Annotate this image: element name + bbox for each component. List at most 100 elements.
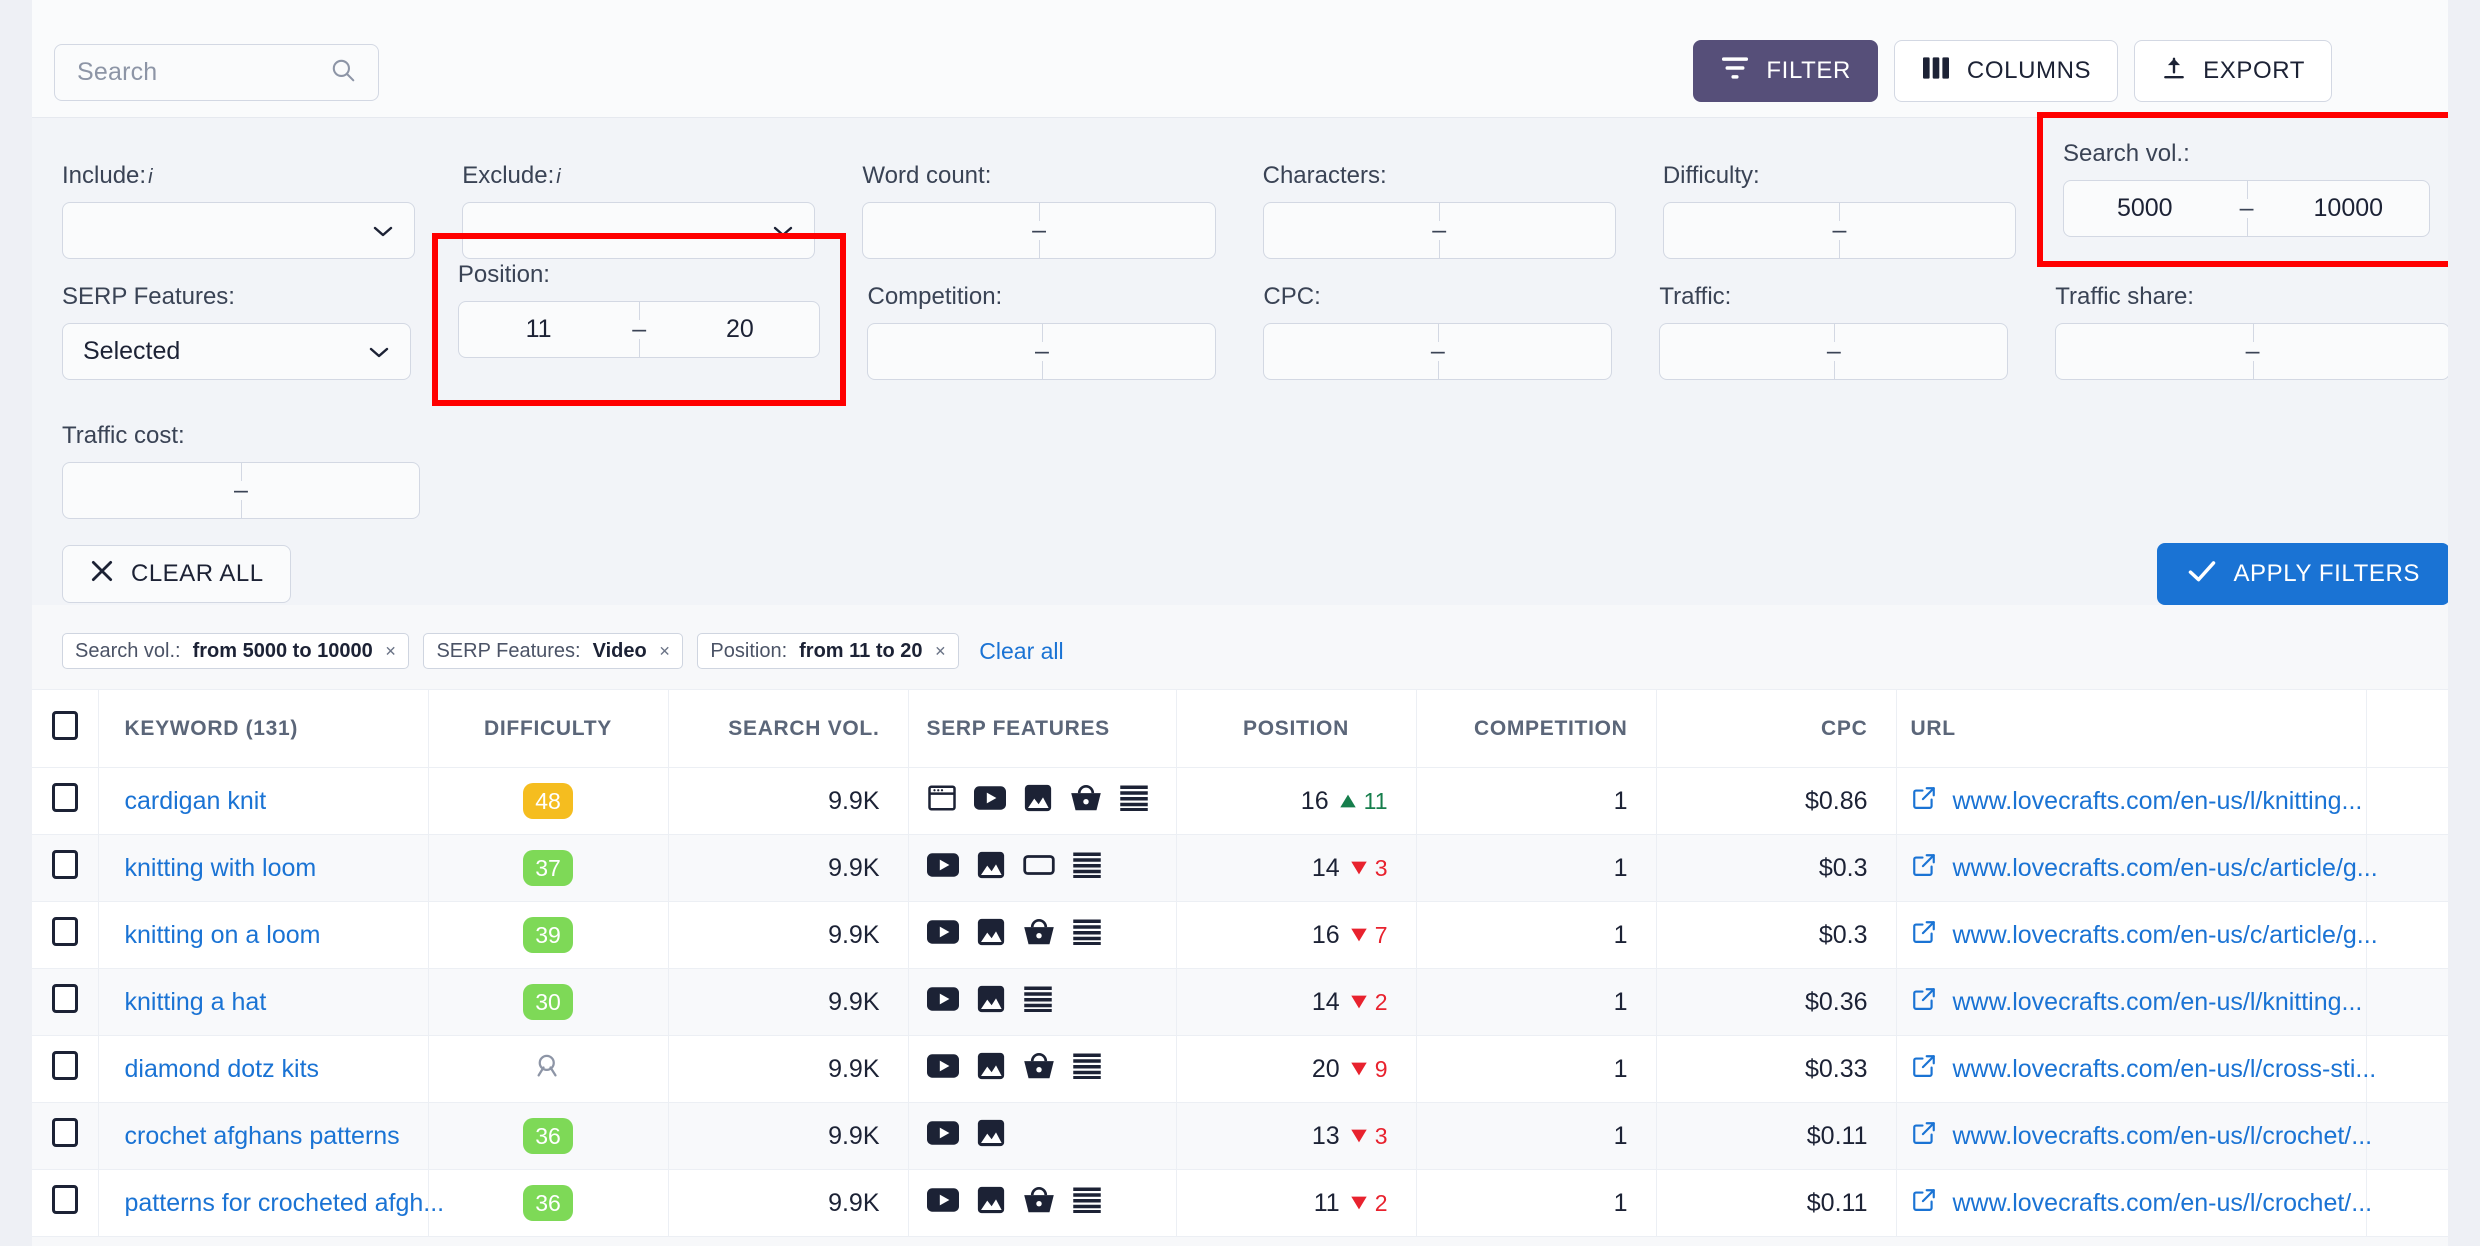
word-count-to[interactable] xyxy=(1060,203,1215,258)
external-link-icon[interactable] xyxy=(1911,852,1937,885)
clear-all-button[interactable]: CLEAR ALL xyxy=(62,545,291,603)
info-icon[interactable]: i xyxy=(148,166,152,188)
header-url[interactable]: URL xyxy=(1896,689,2367,768)
position-to[interactable]: 20 xyxy=(660,302,819,357)
external-link-icon[interactable] xyxy=(1911,1120,1937,1153)
search-vol-to[interactable]: 10000 xyxy=(2268,181,2429,236)
shopping-icon[interactable] xyxy=(1023,1052,1055,1087)
traffic-share-from[interactable] xyxy=(2056,324,2231,379)
image-icon[interactable] xyxy=(976,1051,1006,1088)
table-row[interactable]: knitting a hat 30 9.9K 14 2 1 $0.36 www.lovecra… xyxy=(32,968,2480,1036)
video-icon[interactable] xyxy=(973,785,1006,818)
row-checkbox[interactable] xyxy=(51,1185,78,1214)
cpc-from[interactable] xyxy=(1264,324,1416,379)
traffic-share-range[interactable]: – xyxy=(2055,323,2450,380)
keyword-link[interactable]: cardigan knit xyxy=(125,787,267,815)
position-from[interactable]: 11 xyxy=(459,302,618,357)
row-checkbox[interactable] xyxy=(51,984,78,1013)
table-row[interactable]: patterns for crocheted afgh... 36 9.9K 11 2 1… xyxy=(32,1169,2480,1237)
characters-from[interactable] xyxy=(1264,203,1419,258)
chip-search-vol[interactable]: Search vol.: from 5000 to 10000 ✕ xyxy=(62,633,410,669)
word-count-from[interactable] xyxy=(863,203,1018,258)
url-link[interactable]: www.lovecrafts.com/en-us/l/crochet/... xyxy=(1953,1189,2373,1218)
row-checkbox[interactable] xyxy=(51,1051,78,1080)
keyword-link[interactable]: patterns for crocheted afgh... xyxy=(125,1189,445,1217)
traffic-cost-range[interactable]: – xyxy=(62,462,420,519)
row-checkbox[interactable] xyxy=(51,783,78,812)
row-checkbox[interactable] xyxy=(51,1118,78,1147)
reviews-icon[interactable] xyxy=(1072,851,1102,886)
external-link-icon[interactable] xyxy=(1911,986,1937,1019)
table-row[interactable]: cardigan knit 48 9.9K 16 11 1 $0.86 www.lovecra… xyxy=(32,767,2480,835)
header-competition[interactable]: COMPETITION xyxy=(1416,689,1657,768)
video-icon[interactable] xyxy=(926,1187,959,1220)
export-button[interactable]: EXPORT xyxy=(2134,40,2332,102)
search-vol-range[interactable]: 5000 – 10000 xyxy=(2063,180,2431,237)
keyword-link[interactable]: diamond dotz kits xyxy=(125,1055,320,1083)
header-keyword[interactable]: KEYWORD (131) xyxy=(98,689,429,768)
select-all-checkbox[interactable] xyxy=(51,711,78,740)
chip-close-icon[interactable]: ✕ xyxy=(935,643,947,660)
external-link-icon[interactable] xyxy=(1911,1053,1937,1086)
reviews-icon[interactable] xyxy=(1072,1186,1102,1221)
image-icon[interactable] xyxy=(976,1118,1006,1155)
chips-clear-all-link[interactable]: Clear all xyxy=(979,638,1063,665)
header-difficulty[interactable]: DIFFICULTY xyxy=(428,689,669,768)
url-link[interactable]: www.lovecrafts.com/en-us/c/article/g... xyxy=(1953,854,2378,883)
traffic-cost-from[interactable] xyxy=(63,463,220,518)
reviews-icon[interactable] xyxy=(1072,918,1102,953)
video-icon[interactable] xyxy=(926,986,959,1019)
apply-filters-button[interactable]: APPLY FILTERS xyxy=(2157,543,2450,605)
chip-close-icon[interactable]: ✕ xyxy=(659,643,671,660)
reviews-icon[interactable] xyxy=(1023,985,1053,1020)
table-row[interactable]: crochet afghans patterns 36 9.9K 13 3 1 $0.11 w… xyxy=(32,1102,2480,1170)
video-icon[interactable] xyxy=(926,919,959,952)
chip-serp-features[interactable]: SERP Features: Video ✕ xyxy=(423,633,684,669)
shopping-icon[interactable] xyxy=(1070,784,1102,819)
keyword-link[interactable]: knitting on a loom xyxy=(125,921,321,949)
include-select[interactable] xyxy=(62,202,416,259)
image-icon[interactable] xyxy=(976,984,1006,1021)
external-link-icon[interactable] xyxy=(1911,1187,1937,1220)
video-icon[interactable] xyxy=(926,852,959,885)
search-vol-from[interactable]: 5000 xyxy=(2064,181,2226,236)
traffic-range[interactable]: – xyxy=(1659,323,2009,380)
url-link[interactable]: www.lovecrafts.com/en-us/l/knitting... xyxy=(1953,787,2363,816)
image-icon[interactable] xyxy=(976,1185,1006,1222)
header-search-vol[interactable]: SEARCH VOL. xyxy=(668,689,909,768)
image-icon[interactable] xyxy=(976,917,1006,954)
keyword-link[interactable]: knitting with loom xyxy=(125,854,317,882)
url-link[interactable]: www.lovecrafts.com/en-us/c/article/g... xyxy=(1953,921,2378,950)
word-count-range[interactable]: – xyxy=(862,202,1216,259)
url-link[interactable]: www.lovecrafts.com/en-us/l/crochet/... xyxy=(1953,1122,2373,1151)
knowledge-panel-icon[interactable] xyxy=(1022,852,1055,885)
characters-to[interactable] xyxy=(1460,203,1615,258)
competition-to[interactable] xyxy=(1063,324,1215,379)
keyword-link[interactable]: crochet afghans patterns xyxy=(125,1122,400,1150)
characters-range[interactable]: – xyxy=(1262,202,1616,259)
reviews-icon[interactable] xyxy=(1119,784,1149,819)
cpc-range[interactable]: – xyxy=(1263,323,1613,380)
external-link-icon[interactable] xyxy=(1911,785,1937,818)
external-link-icon[interactable] xyxy=(1911,919,1937,952)
serp-features-select[interactable]: Selected xyxy=(62,323,411,380)
competition-from[interactable] xyxy=(868,324,1020,379)
shopping-icon[interactable] xyxy=(1023,918,1055,953)
image-icon[interactable] xyxy=(976,850,1006,887)
traffic-from[interactable] xyxy=(1660,324,1812,379)
chip-close-icon[interactable]: ✕ xyxy=(385,643,397,660)
position-range[interactable]: 11 – 20 xyxy=(457,301,821,358)
featured-snippet-icon[interactable] xyxy=(927,783,957,820)
search-input[interactable]: Search xyxy=(54,44,379,101)
video-icon[interactable] xyxy=(926,1053,959,1086)
row-checkbox[interactable] xyxy=(51,917,78,946)
url-link[interactable]: www.lovecrafts.com/en-us/l/cross-sti... xyxy=(1953,1055,2377,1084)
keyword-link[interactable]: knitting a hat xyxy=(125,988,267,1016)
columns-button[interactable]: COLUMNS xyxy=(1893,40,2119,102)
row-checkbox[interactable] xyxy=(51,850,78,879)
traffic-cost-to[interactable] xyxy=(262,463,419,518)
traffic-to[interactable] xyxy=(1855,324,2007,379)
video-icon[interactable] xyxy=(926,1120,959,1153)
competition-range[interactable]: – xyxy=(867,323,1217,380)
cpc-to[interactable] xyxy=(1459,324,1611,379)
